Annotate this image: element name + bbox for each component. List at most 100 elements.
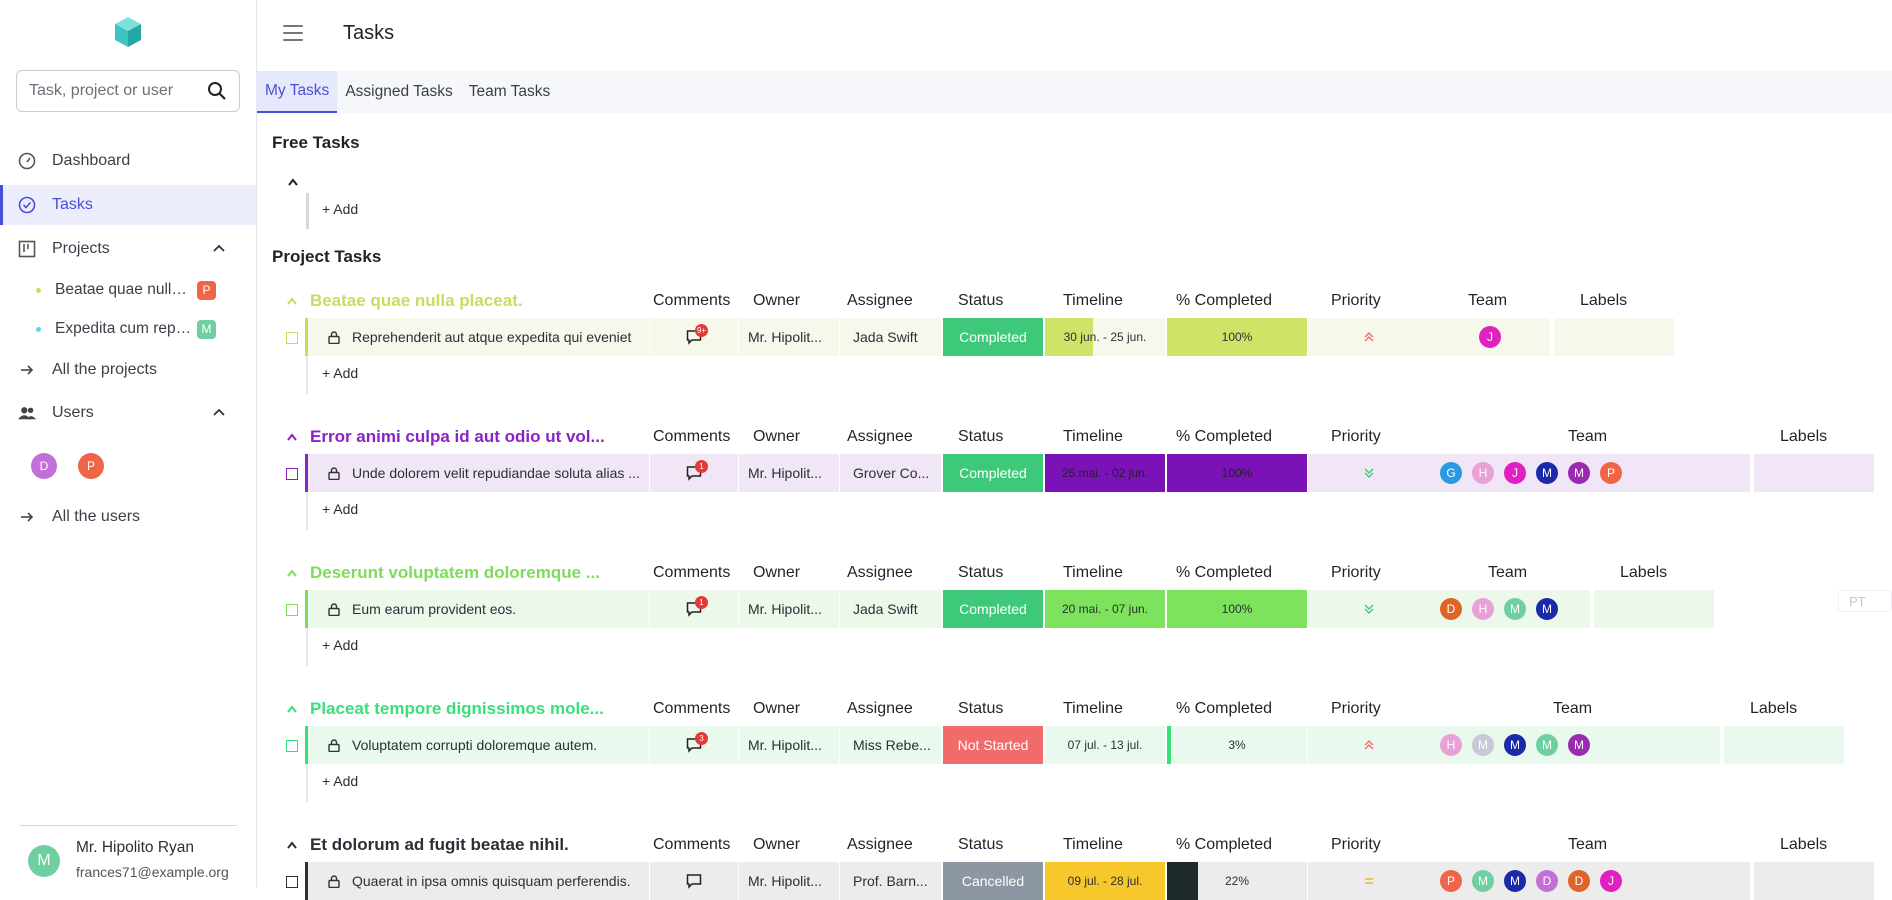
- owner-cell[interactable]: Mr. Hipolit...: [739, 590, 839, 628]
- percent-completed-cell[interactable]: 100%: [1167, 318, 1307, 356]
- timeline-cell[interactable]: 30 jun. - 25 jun.: [1045, 318, 1165, 356]
- language-badge[interactable]: PT: [1838, 590, 1892, 612]
- team-member-avatar[interactable]: M: [1472, 734, 1494, 756]
- search-icon[interactable]: [207, 81, 227, 101]
- percent-completed-cell[interactable]: 3%: [1167, 726, 1307, 764]
- labels-cell[interactable]: [1554, 318, 1674, 356]
- sidebar-project-item[interactable]: Beatae quae nulla placeat. P: [0, 272, 256, 308]
- priority-cell[interactable]: [1308, 862, 1430, 900]
- task-name-cell[interactable]: Eum earum provident eos.: [308, 590, 649, 628]
- search-input[interactable]: [29, 82, 207, 100]
- project-group-title[interactable]: Et dolorum ad fugit beatae nihil.: [310, 835, 569, 855]
- tab-team-tasks[interactable]: Team Tasks: [461, 71, 559, 113]
- timeline-cell[interactable]: 07 jul. - 13 jul.: [1045, 726, 1165, 764]
- priority-cell[interactable]: [1308, 726, 1430, 764]
- collapse-chevron-icon[interactable]: [286, 568, 298, 578]
- team-member-avatar[interactable]: G: [1440, 462, 1462, 484]
- percent-completed-cell[interactable]: 100%: [1167, 454, 1307, 492]
- team-member-avatar[interactable]: H: [1472, 598, 1494, 620]
- comments-cell[interactable]: 3: [650, 726, 738, 764]
- add-free-task-button[interactable]: + Add: [322, 201, 358, 217]
- labels-cell[interactable]: [1724, 726, 1844, 764]
- team-member-avatar[interactable]: M: [1472, 870, 1494, 892]
- team-member-avatar[interactable]: M: [1568, 462, 1590, 484]
- labels-cell[interactable]: [1594, 590, 1714, 628]
- comments-button[interactable]: 1: [686, 596, 708, 617]
- add-task-button[interactable]: + Add: [322, 365, 358, 381]
- user-avatar[interactable]: P: [78, 453, 104, 479]
- team-member-avatar[interactable]: M: [1536, 734, 1558, 756]
- nav-all-users[interactable]: All the users: [0, 497, 256, 537]
- team-member-avatar[interactable]: M: [1504, 870, 1526, 892]
- owner-cell[interactable]: Mr. Hipolit...: [739, 726, 839, 764]
- owner-cell[interactable]: Mr. Hipolit...: [739, 318, 839, 356]
- timeline-cell[interactable]: 20 mai. - 07 jun.: [1045, 590, 1165, 628]
- task-name-cell[interactable]: Reprehenderit aut atque expedita qui eve…: [308, 318, 649, 356]
- logo-cube-icon[interactable]: [114, 16, 142, 48]
- collapse-chevron-icon[interactable]: [287, 177, 299, 187]
- comments-cell[interactable]: 1: [650, 454, 738, 492]
- add-task-button[interactable]: + Add: [322, 501, 358, 517]
- status-badge[interactable]: Not Started: [943, 726, 1043, 764]
- chevron-up-icon[interactable]: [212, 241, 226, 255]
- status-badge[interactable]: Completed: [943, 454, 1043, 492]
- chevron-up-icon[interactable]: [212, 405, 226, 419]
- team-member-avatar[interactable]: M: [1568, 734, 1590, 756]
- assignee-cell[interactable]: Miss Rebe...: [840, 726, 941, 764]
- team-member-avatar[interactable]: M: [1504, 598, 1526, 620]
- team-member-avatar[interactable]: P: [1600, 462, 1622, 484]
- team-cell[interactable]: J: [1430, 318, 1550, 356]
- assignee-cell[interactable]: Jada Swift: [840, 590, 941, 628]
- team-member-avatar[interactable]: M: [1504, 734, 1526, 756]
- timeline-cell[interactable]: 25 mai. - 02 jun.: [1045, 454, 1165, 492]
- task-name-cell[interactable]: Voluptatem corrupti doloremque autem.: [308, 726, 649, 764]
- team-member-avatar[interactable]: J: [1504, 462, 1526, 484]
- team-member-avatar[interactable]: H: [1440, 734, 1462, 756]
- nav-tasks[interactable]: Tasks: [0, 185, 256, 225]
- task-checkbox[interactable]: [286, 604, 298, 616]
- add-task-button[interactable]: + Add: [322, 773, 358, 789]
- owner-cell[interactable]: Mr. Hipolit...: [739, 862, 839, 900]
- comments-button[interactable]: 9+: [686, 324, 708, 345]
- collapse-chevron-icon[interactable]: [286, 840, 298, 850]
- task-checkbox[interactable]: [286, 740, 298, 752]
- task-name-cell[interactable]: Quaerat in ipsa omnis quisquam perferend…: [308, 862, 649, 900]
- comments-cell[interactable]: 1: [650, 590, 738, 628]
- percent-completed-cell[interactable]: 100%: [1167, 590, 1307, 628]
- team-cell[interactable]: GHJMMP: [1430, 454, 1750, 492]
- task-checkbox[interactable]: [286, 468, 298, 480]
- collapse-chevron-icon[interactable]: [286, 704, 298, 714]
- labels-cell[interactable]: [1754, 862, 1874, 900]
- project-group-title[interactable]: Error animi culpa id aut odio ut vol...: [310, 427, 605, 447]
- team-member-avatar[interactable]: M: [1536, 598, 1558, 620]
- owner-cell[interactable]: Mr. Hipolit...: [739, 454, 839, 492]
- assignee-cell[interactable]: Prof. Barn...: [840, 862, 941, 900]
- nav-users[interactable]: Users: [0, 393, 256, 433]
- project-group-title[interactable]: Beatae quae nulla placeat.: [310, 291, 523, 311]
- user-profile[interactable]: M Mr. Hipolito Ryan frances71@example.or…: [20, 825, 237, 880]
- team-member-avatar[interactable]: P: [1440, 870, 1462, 892]
- timeline-cell[interactable]: 09 jul. - 28 jul.: [1045, 862, 1165, 900]
- task-checkbox[interactable]: [286, 876, 298, 888]
- status-badge[interactable]: Cancelled: [943, 862, 1043, 900]
- team-member-avatar[interactable]: M: [1536, 462, 1558, 484]
- nav-all-projects[interactable]: All the projects: [0, 350, 256, 390]
- comments-button[interactable]: 3: [686, 732, 708, 753]
- team-member-avatar[interactable]: J: [1600, 870, 1622, 892]
- team-member-avatar[interactable]: H: [1472, 462, 1494, 484]
- team-member-avatar[interactable]: D: [1440, 598, 1462, 620]
- comments-cell[interactable]: 9+: [650, 318, 738, 356]
- percent-completed-cell[interactable]: 22%: [1167, 862, 1307, 900]
- user-avatar[interactable]: D: [31, 453, 57, 479]
- priority-cell[interactable]: [1308, 454, 1430, 492]
- comments-button[interactable]: 1: [686, 460, 708, 481]
- project-group-title[interactable]: Placeat tempore dignissimos mole...: [310, 699, 604, 719]
- status-badge[interactable]: Completed: [943, 318, 1043, 356]
- collapse-chevron-icon[interactable]: [286, 432, 298, 442]
- comments-cell[interactable]: [650, 862, 738, 900]
- team-member-avatar[interactable]: D: [1536, 870, 1558, 892]
- search-box[interactable]: [16, 70, 240, 112]
- assignee-cell[interactable]: Jada Swift: [840, 318, 941, 356]
- hamburger-menu-icon[interactable]: [283, 25, 303, 43]
- team-cell[interactable]: PMMDDJ: [1430, 862, 1750, 900]
